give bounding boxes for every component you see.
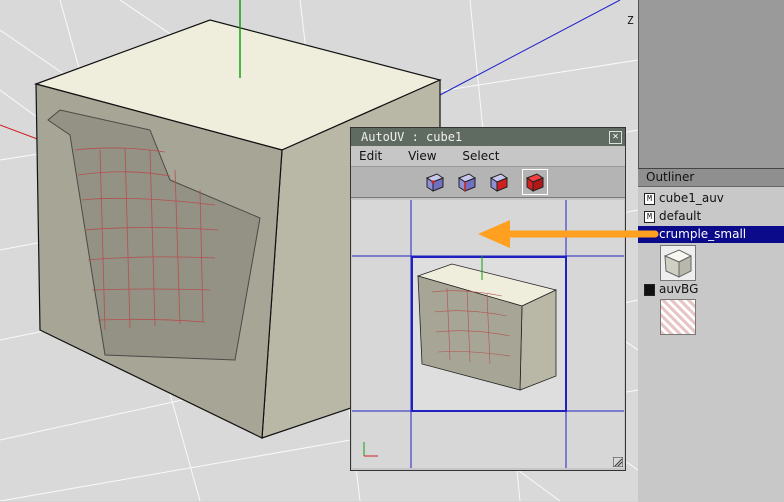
- image-icon: [644, 228, 655, 241]
- resize-grip-icon[interactable]: [613, 457, 623, 467]
- image-icon: [644, 283, 655, 296]
- outliner-item-crumple-small[interactable]: crumple_small: [638, 226, 784, 243]
- menu-select[interactable]: Select: [462, 149, 499, 163]
- x-axis-line: [0, 124, 41, 141]
- material-icon: M: [644, 192, 655, 205]
- face-select-icon[interactable]: [487, 170, 511, 194]
- outliner-item-auvbg[interactable]: auvBG: [638, 281, 784, 298]
- close-icon[interactable]: ✕: [609, 131, 622, 144]
- auvbg-thumbnail[interactable]: [660, 299, 696, 335]
- outliner-title: Outliner: [638, 169, 784, 187]
- autouv-menubar: Edit View Select: [351, 146, 625, 167]
- material-icon: M: [644, 210, 655, 223]
- autouv-toolbar: [351, 167, 625, 198]
- autouv-titlebar[interactable]: AutoUV : cube1 ✕: [351, 128, 625, 146]
- z-axis-label: Z: [627, 14, 634, 27]
- outliner-item-cube1-auv[interactable]: Mcube1_auv: [638, 190, 784, 207]
- uv-grid: [352, 200, 624, 468]
- outliner-item-default[interactable]: Mdefault: [638, 208, 784, 225]
- body-select-icon[interactable]: [522, 169, 548, 195]
- outliner-panel[interactable]: Outliner Mcube1_auv Mdefault crumple_sma…: [638, 168, 784, 502]
- outliner-item-label: default: [659, 209, 702, 223]
- uv-canvas[interactable]: [352, 200, 624, 468]
- autouv-title: AutoUV : cube1: [361, 130, 463, 144]
- menu-view[interactable]: View: [408, 149, 436, 163]
- autouv-window[interactable]: AutoUV : cube1 ✕ Edit View Select: [350, 127, 626, 471]
- outliner-item-label: cube1_auv: [659, 191, 724, 205]
- menu-edit[interactable]: Edit: [359, 149, 382, 163]
- crumple-thumbnail[interactable]: [660, 245, 696, 281]
- outliner-item-label: auvBG: [659, 282, 699, 296]
- outliner-item-label: crumple_small: [659, 227, 747, 241]
- edge-select-icon[interactable]: [455, 170, 479, 194]
- vertex-select-icon[interactable]: [423, 170, 447, 194]
- z-axis-line: [439, 0, 621, 96]
